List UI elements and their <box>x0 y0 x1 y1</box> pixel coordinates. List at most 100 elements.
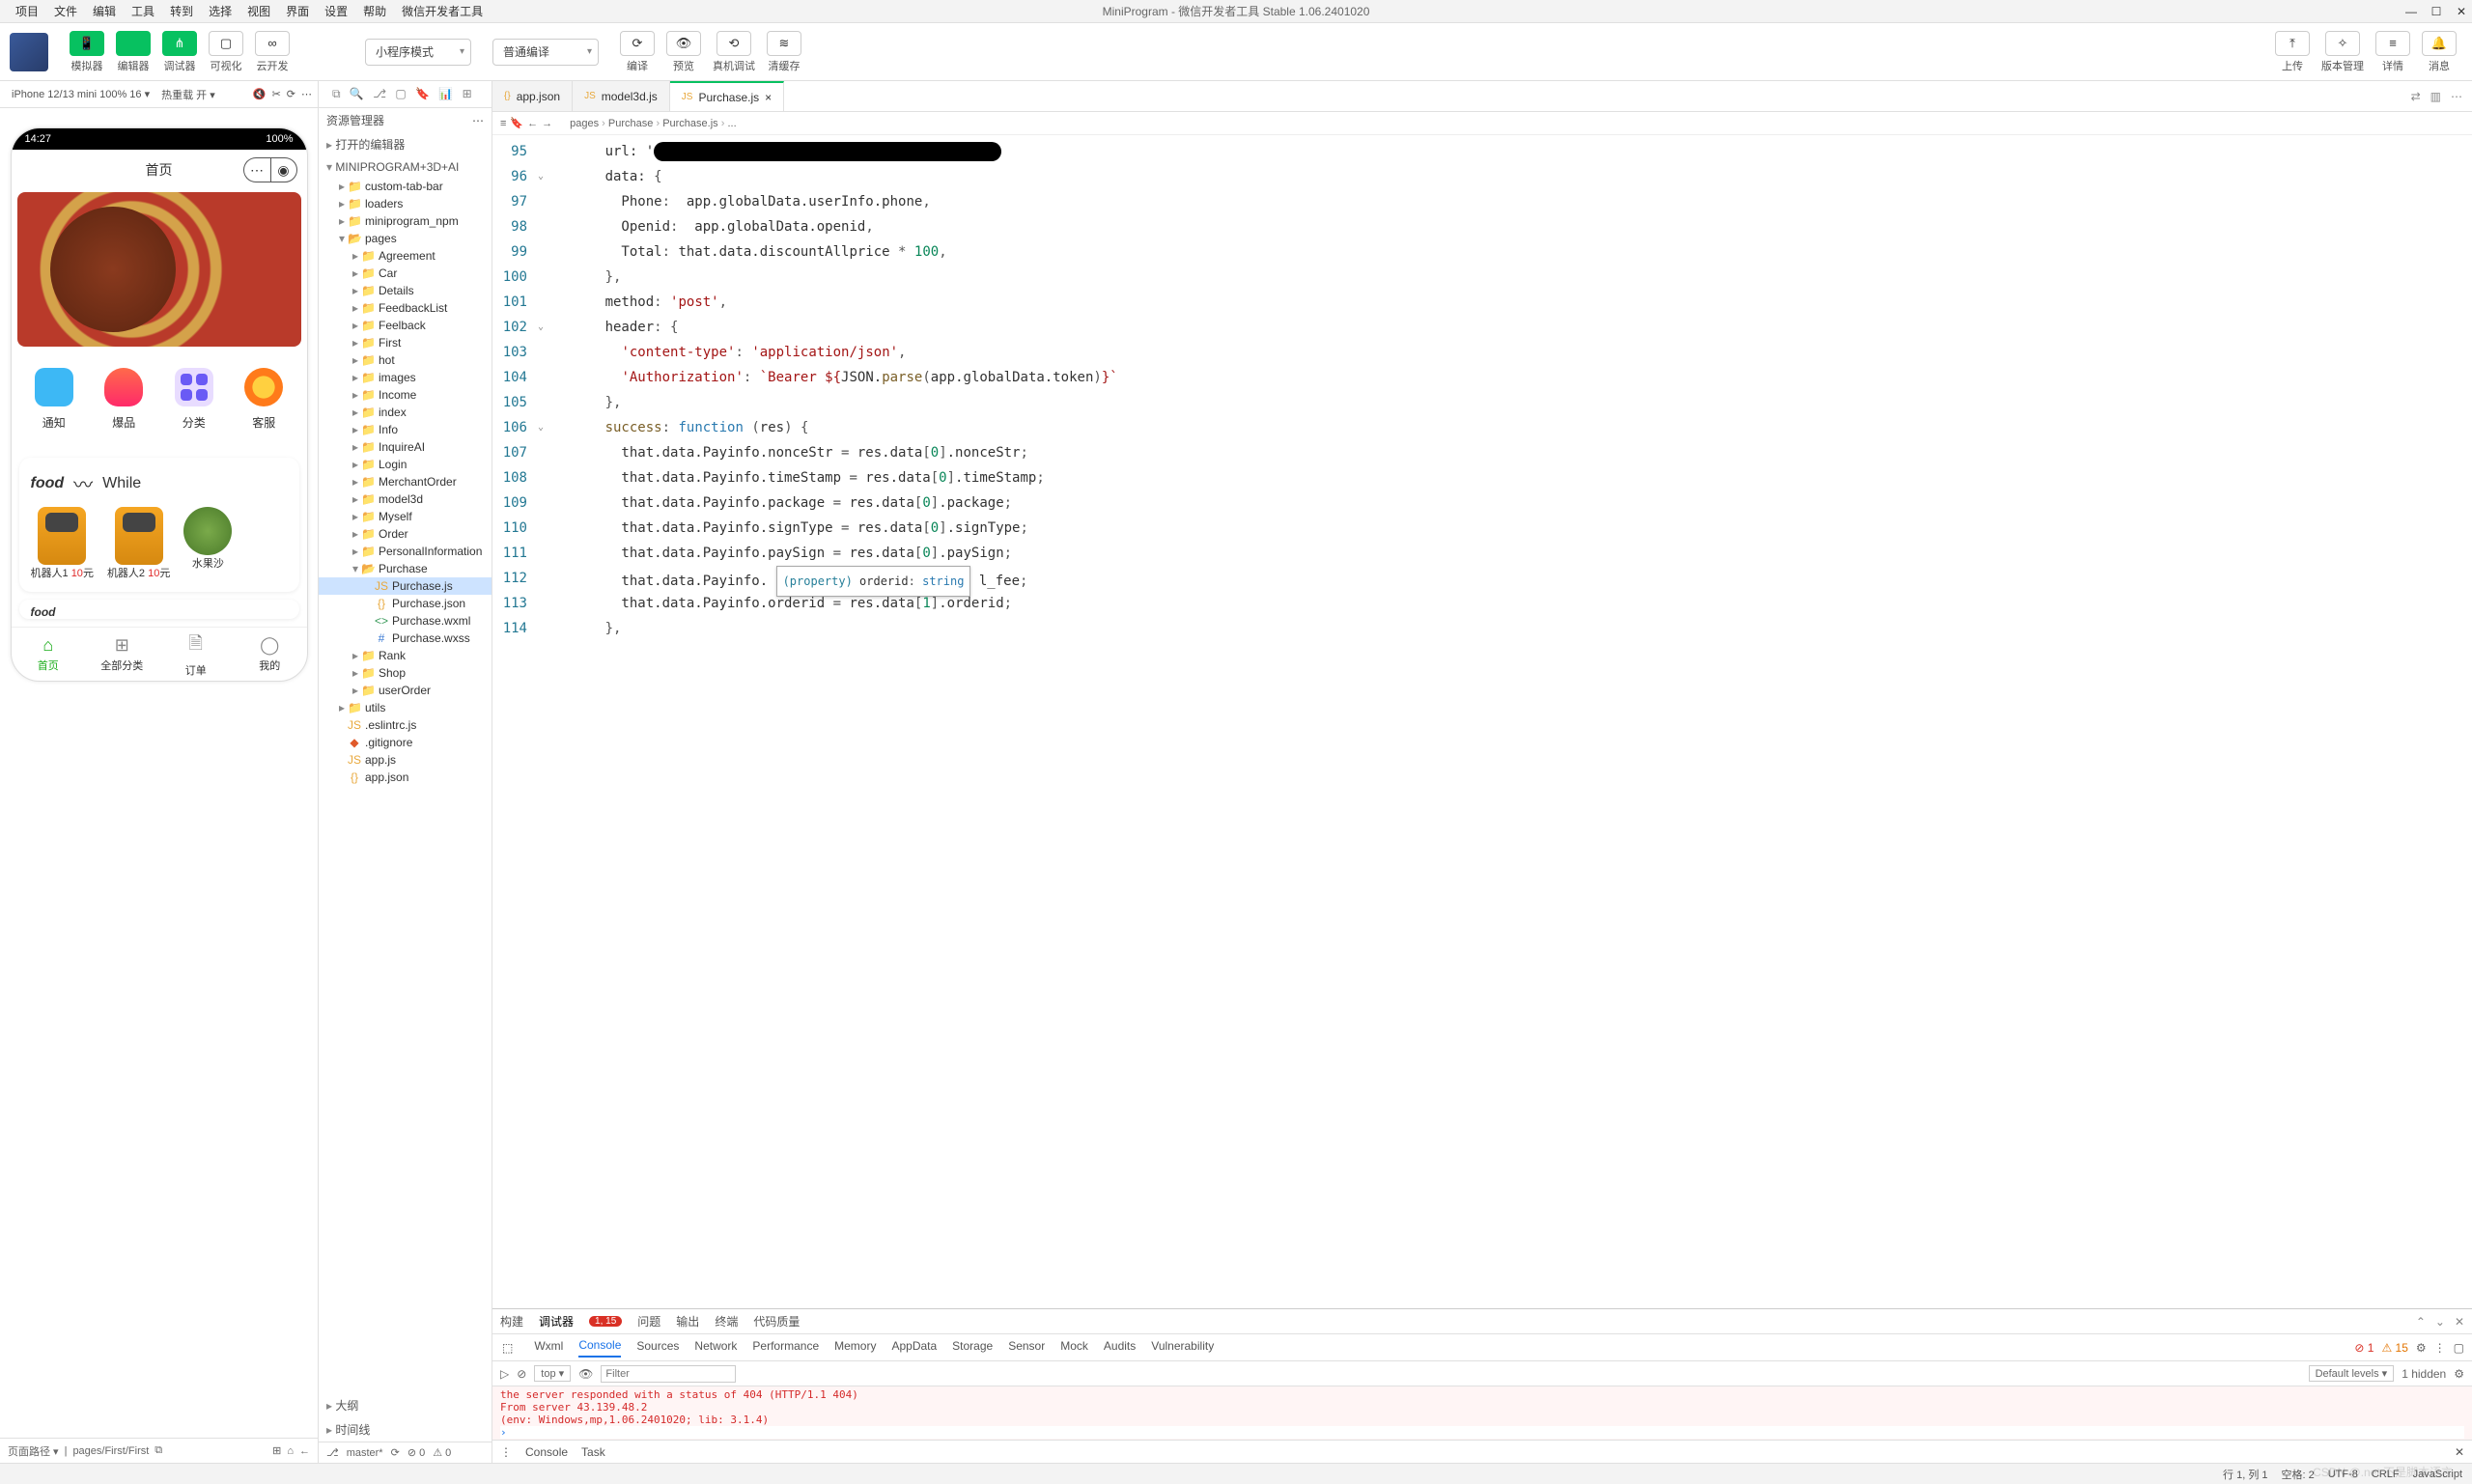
tree-node[interactable]: JS.eslintrc.js <box>319 716 492 734</box>
more-icon[interactable]: ⋮ <box>2434 1341 2446 1355</box>
sync-icon[interactable]: ⟳ <box>391 1446 400 1459</box>
devtools-secondary-tab[interactable]: AppData <box>891 1339 937 1357</box>
breadcrumb-item[interactable]: Purchase <box>608 118 653 129</box>
box-icon[interactable]: ▢ <box>395 87 406 100</box>
tree-node[interactable]: ▸📁MerchantOrder <box>319 473 492 490</box>
status-item[interactable]: CRLF <box>2372 1469 2400 1480</box>
device-select[interactable]: iPhone 12/13 mini 100% 16 ▾ <box>6 88 155 100</box>
capsule-menu-icon[interactable]: ⋯ <box>243 157 270 182</box>
bookmark-icon[interactable]: 🔖 <box>415 87 430 100</box>
minimize-icon[interactable]: — <box>2404 5 2418 18</box>
home-icon[interactable]: ⌂ <box>287 1445 294 1457</box>
tree-node[interactable]: {}app.json <box>319 769 492 786</box>
toolbar-button[interactable]: ⟲真机调试 <box>707 29 761 75</box>
tree-node[interactable]: ▸📁Shop <box>319 664 492 682</box>
quick-item[interactable]: 通知 <box>35 368 73 431</box>
scene-icon[interactable]: ⊞ <box>272 1444 281 1457</box>
status-item[interactable]: UTF-8 <box>2328 1469 2358 1480</box>
gear-icon[interactable]: ⚙ <box>2416 1341 2427 1355</box>
devtools-primary-tab[interactable]: 输出 <box>676 1313 699 1330</box>
back-icon[interactable]: ← <box>299 1445 310 1457</box>
toolbar-button[interactable]: 🔔消息 <box>2416 29 2462 75</box>
clear-icon[interactable]: ⊘ <box>517 1367 526 1381</box>
more-icon[interactable]: ⋯ <box>472 114 484 127</box>
breadcrumb-item[interactable]: ... <box>727 118 736 129</box>
outline-icon[interactable]: ≡ <box>500 118 506 129</box>
toolbar-button[interactable]: ≋清缓存 <box>761 29 807 75</box>
bookmark-icon[interactable]: 🔖 <box>510 117 523 129</box>
tree-node[interactable]: <>Purchase.wxml <box>319 612 492 630</box>
devtools-secondary-tab[interactable]: Network <box>694 1339 737 1357</box>
status-item[interactable]: JavaScript <box>2413 1469 2462 1480</box>
phone-tab[interactable]: ⌂首页 <box>12 628 86 681</box>
tree-node[interactable]: ◆.gitignore <box>319 734 492 751</box>
eye-icon[interactable]: 👁 <box>578 1367 593 1381</box>
editor-tab[interactable]: JSmodel3d.js <box>573 81 670 111</box>
tree-node[interactable]: ▸📁custom-tab-bar <box>319 178 492 195</box>
split-icon[interactable]: ▥ <box>2430 90 2441 103</box>
toolbar-button[interactable]: 👁预览 <box>660 29 707 75</box>
chevron-down-icon[interactable]: ⌄ <box>2435 1315 2445 1329</box>
tree-node[interactable]: ▸📁hot <box>319 351 492 369</box>
tree-node[interactable]: ▸📁Rank <box>319 647 492 664</box>
compare-icon[interactable]: ⇄ <box>2411 90 2421 103</box>
menu-item[interactable]: 微信开发者工具 <box>394 5 491 18</box>
editor-tab[interactable]: {}app.json <box>492 81 573 111</box>
close-icon[interactable]: ✕ <box>2455 1445 2464 1459</box>
status-item[interactable]: 空格: 2 <box>2282 1467 2315 1482</box>
page-path-label[interactable]: 页面路径 ▾ <box>8 1443 59 1459</box>
tree-node[interactable]: ▾📂pages <box>319 230 492 247</box>
explorer-outline[interactable]: 大纲 <box>319 1393 492 1417</box>
toolbar-button[interactable]: 编辑器 <box>110 29 156 75</box>
context-select[interactable]: top ▾ <box>534 1365 571 1382</box>
product-item[interactable]: 机器人1 10元 <box>31 507 94 580</box>
console-log[interactable]: the server responded with a status of 40… <box>492 1386 2472 1440</box>
drawer-task-tab[interactable]: Task <box>581 1445 605 1459</box>
devtools-primary-tab[interactable]: 调试器 <box>539 1313 574 1330</box>
devtools-secondary-tab[interactable]: Wxml <box>534 1339 563 1357</box>
gear-icon[interactable]: ⚙ <box>2454 1367 2464 1381</box>
mode-select[interactable]: 小程序模式 <box>365 39 471 66</box>
tree-node[interactable]: ▸📁InquireAI <box>319 438 492 456</box>
search-icon[interactable]: 🔍 <box>350 87 364 100</box>
toolbar-button[interactable]: ⤒上传 <box>2269 29 2316 75</box>
tree-node[interactable]: ▸📁Info <box>319 421 492 438</box>
menu-item[interactable]: 工具 <box>124 5 162 18</box>
maximize-icon[interactable]: ☐ <box>2430 5 2443 18</box>
devtools-secondary-tab[interactable]: Sources <box>636 1339 679 1357</box>
warning-count[interactable]: ⚠ 0 <box>433 1446 451 1459</box>
error-badge[interactable]: ⊘ 1 <box>2354 1341 2374 1355</box>
tree-node[interactable]: JSPurchase.js <box>319 577 492 595</box>
tree-node[interactable]: ▸📁Details <box>319 282 492 299</box>
error-count[interactable]: ⊘ 0 <box>407 1446 425 1459</box>
tree-node[interactable]: #Purchase.wxss <box>319 630 492 647</box>
tree-node[interactable]: ▸📁userOrder <box>319 682 492 699</box>
nav-back-icon[interactable]: ← <box>527 118 538 129</box>
tree-node[interactable]: ▸📁Login <box>319 456 492 473</box>
tree-node[interactable]: ▸📁Myself <box>319 508 492 525</box>
code-editor[interactable]: 9596979899100101102103104105106107108109… <box>492 135 2472 1308</box>
toolbar-button[interactable]: ✧版本管理 <box>2316 29 2370 75</box>
play-icon[interactable]: ▷ <box>500 1367 509 1381</box>
toolbar-button[interactable]: ⋔调试器 <box>156 29 203 75</box>
phone-tab[interactable]: 🗎订单 <box>159 628 234 681</box>
devtools-secondary-tab[interactable]: Mock <box>1060 1339 1088 1357</box>
tree-node[interactable]: ▸📁PersonalInformation <box>319 543 492 560</box>
product-item[interactable]: 水果沙 <box>183 507 232 580</box>
devtools-secondary-tab[interactable]: Performance <box>752 1339 819 1357</box>
tree-node[interactable]: ▸📁index <box>319 404 492 421</box>
quick-item[interactable]: 分类 <box>175 368 213 431</box>
menu-item[interactable]: 视图 <box>239 5 278 18</box>
capsule-close-icon[interactable]: ◉ <box>270 157 297 182</box>
quick-item[interactable]: 客服 <box>244 368 283 431</box>
tree-node[interactable]: ▸📁loaders <box>319 195 492 212</box>
tree-node[interactable]: ▸📁Agreement <box>319 247 492 265</box>
menu-item[interactable]: 文件 <box>46 5 85 18</box>
copy-icon[interactable]: ⧉ <box>332 87 341 100</box>
devtools-secondary-tab[interactable]: Sensor <box>1008 1339 1045 1357</box>
tree-node[interactable]: ▸📁Order <box>319 525 492 543</box>
close-icon[interactable]: ✕ <box>2455 5 2468 18</box>
product-item[interactable]: 机器人2 10元 <box>107 507 170 580</box>
tree-node[interactable]: ▾📂Purchase <box>319 560 492 577</box>
levels-select[interactable]: Default levels ▾ <box>2309 1365 2395 1382</box>
